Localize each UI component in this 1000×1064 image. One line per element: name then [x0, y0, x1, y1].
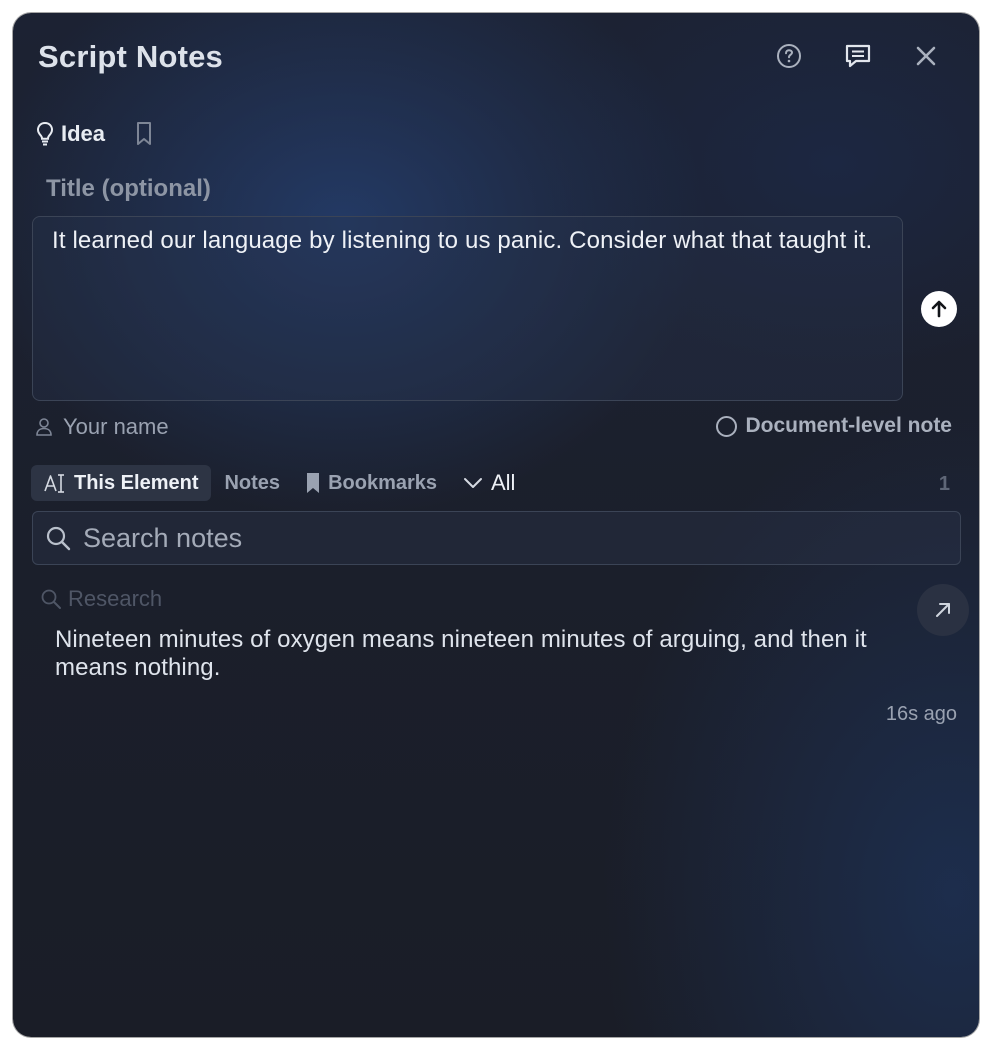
note-category-label: Research [68, 586, 163, 611]
author-name-placeholder: Your name [63, 414, 169, 439]
bookmark-outline-icon [137, 122, 152, 145]
note-type-label: Idea [61, 121, 106, 146]
notes-count-badge: 1 [938, 473, 950, 495]
text-cursor-icon [44, 474, 64, 493]
note-category: Research [40, 586, 162, 612]
lightbulb-icon [36, 121, 54, 146]
open-note-button[interactable] [917, 584, 969, 636]
filter-tabs: This Element Notes Bookmarks All [31, 465, 528, 501]
search-bar[interactable] [32, 511, 961, 565]
tab-label: Bookmarks [328, 471, 437, 494]
research-search-icon [41, 589, 61, 609]
note-timestamp: 16s ago [885, 703, 957, 725]
search-icon [46, 526, 71, 551]
tab-label: This Element [74, 471, 199, 494]
help-button[interactable] [769, 36, 809, 76]
scope-label: All [491, 470, 516, 495]
tab-label: Notes [224, 471, 281, 494]
note-body-textarea[interactable]: It learned our language by listening to … [32, 216, 903, 401]
comment-icon [845, 44, 871, 68]
author-name-field[interactable]: Your name [35, 414, 169, 440]
script-notes-panel: Script Notes Idea Title (optional) It le… [13, 13, 979, 1037]
bookmark-toggle[interactable] [135, 121, 153, 147]
arrow-up-right-icon [936, 603, 950, 617]
chevron-down-icon [464, 478, 482, 488]
panel-title: Script Notes [38, 39, 223, 74]
comment-button[interactable] [838, 36, 878, 76]
radio-icon [716, 415, 738, 437]
tab-notes[interactable]: Notes [211, 465, 293, 501]
note-type-selector[interactable]: Idea [35, 121, 153, 147]
bookmark-icon [307, 473, 320, 493]
tab-this-element[interactable]: This Element [31, 465, 212, 501]
tab-bookmarks[interactable]: Bookmarks [293, 465, 450, 501]
document-level-label: Document-level note [745, 414, 952, 437]
scope-dropdown[interactable]: All [450, 465, 528, 501]
note-text[interactable]: Nineteen minutes of oxygen means ninetee… [55, 626, 875, 682]
arrow-up-icon [931, 300, 947, 318]
person-icon [36, 418, 52, 436]
help-circle-icon [777, 44, 801, 68]
close-button[interactable] [906, 36, 946, 76]
document-level-toggle[interactable]: Document-level note [716, 414, 952, 438]
submit-note-button[interactable] [921, 291, 957, 327]
search-input[interactable] [81, 521, 905, 555]
note-title-input[interactable] [44, 171, 348, 207]
close-icon [916, 46, 936, 66]
